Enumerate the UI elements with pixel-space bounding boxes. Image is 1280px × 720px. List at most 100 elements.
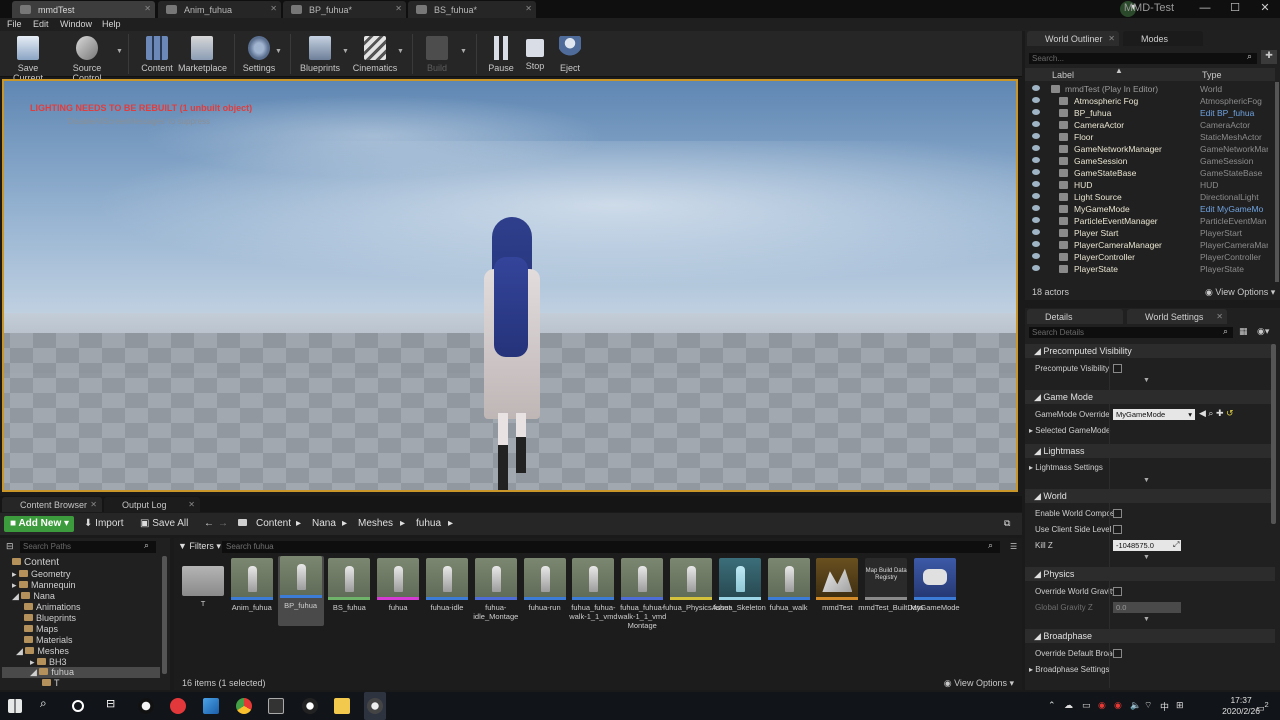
breadcrumb-separator[interactable]: ▸ bbox=[448, 518, 453, 529]
eye-icon[interactable] bbox=[1032, 85, 1040, 91]
chevron-down-icon[interactable]: ▼ bbox=[116, 48, 123, 55]
tree-item-geometry[interactable]: ▸ Geometry bbox=[12, 569, 71, 580]
section-lightmass[interactable]: ◢ Lightmass bbox=[1025, 444, 1275, 458]
cloud-icon[interactable]: ☁ bbox=[1064, 700, 1073, 711]
asset-tile[interactable]: mmdTest bbox=[814, 558, 860, 622]
unreal-engine-icon[interactable] bbox=[302, 698, 318, 714]
back-arrow-icon[interactable]: ← bbox=[204, 518, 214, 529]
tab-anim-fuhua[interactable]: Anim_fuhua ✕ bbox=[158, 1, 281, 18]
use-selected-icon[interactable]: ◀ ⌕ ✚ ↺ bbox=[1199, 408, 1234, 419]
asset-tile[interactable]: fuhua_fuhua-walk-1_1_vmd Montage bbox=[618, 558, 666, 630]
search-icon[interactable]: ⌕ bbox=[144, 540, 149, 551]
ime-indicator[interactable]: 中 bbox=[1160, 700, 1169, 713]
label-lightmass-settings[interactable]: ▸ Lightmass Settings bbox=[1029, 463, 1103, 472]
volume-icon[interactable]: 🔈 bbox=[1130, 700, 1141, 711]
breadcrumb-separator[interactable]: ▸ bbox=[296, 518, 301, 529]
tab-mmdtest[interactable]: mmdTest ✕ bbox=[12, 1, 155, 18]
file-explorer-icon[interactable] bbox=[334, 698, 350, 714]
task-view-icon[interactable]: ⊟ bbox=[106, 697, 122, 713]
tab-output-log[interactable]: Output Log ✕ bbox=[104, 497, 200, 512]
section-world[interactable]: ◢ World bbox=[1025, 489, 1275, 503]
close-icon[interactable]: ✕ bbox=[144, 4, 151, 13]
eye-icon[interactable] bbox=[1032, 193, 1040, 199]
outliner-row[interactable]: Floor StaticMeshActor bbox=[1025, 131, 1275, 143]
app-blue-icon[interactable] bbox=[203, 698, 219, 714]
source-control-button[interactable]: Source Control bbox=[58, 34, 116, 83]
asset-tile[interactable]: fuhua_Skeleton bbox=[714, 558, 766, 622]
eye-icon[interactable] bbox=[1032, 169, 1040, 175]
asset-tile[interactable]: Map Build Data Registry mmdTest_BuiltData bbox=[858, 558, 923, 622]
outliner-row[interactable]: PlayerState PlayerState bbox=[1025, 263, 1275, 275]
eye-icon[interactable] bbox=[1032, 253, 1040, 259]
asset-tile[interactable]: fuhua_walk bbox=[766, 558, 812, 622]
outliner-row[interactable]: GameSession GameSession bbox=[1025, 155, 1275, 167]
asset-tile[interactable]: BS_fuhua bbox=[326, 558, 372, 622]
grid-view-icon[interactable]: ▦ bbox=[1239, 326, 1248, 337]
asset-tile[interactable]: fuhua_PhysicsAsset bbox=[663, 558, 731, 622]
eye-icon[interactable] bbox=[1032, 109, 1040, 115]
breadcrumb-content[interactable]: Content bbox=[256, 518, 291, 529]
global-gravity-z-input[interactable]: 0.0 bbox=[1113, 602, 1181, 613]
menu-edit[interactable]: Edit bbox=[33, 19, 49, 29]
network-icon[interactable]: ▭ bbox=[1082, 700, 1091, 711]
chevron-down-icon[interactable]: ▼ bbox=[342, 48, 349, 55]
search-icon[interactable]: ⌕ bbox=[1223, 326, 1228, 337]
tree-item-animations[interactable]: Animations bbox=[24, 602, 81, 612]
expand-advanced-icon[interactable]: ▼ bbox=[1143, 477, 1150, 484]
tab-content-browser[interactable]: Content Browser ✕ bbox=[2, 497, 102, 512]
close-icon[interactable]: ✕ bbox=[395, 4, 402, 13]
tree-scrollbar[interactable] bbox=[162, 556, 167, 674]
breadcrumb-meshes[interactable]: Meshes bbox=[358, 518, 393, 529]
asset-search-input[interactable]: Search fuhua bbox=[222, 541, 1000, 553]
import-button[interactable]: ⬇ Import bbox=[84, 518, 124, 529]
search-icon[interactable]: ⌕ bbox=[988, 540, 993, 551]
eye-icon[interactable] bbox=[1032, 205, 1040, 211]
chrome-icon[interactable] bbox=[236, 698, 252, 714]
save-all-button[interactable]: ▣ Save All bbox=[140, 518, 188, 529]
section-broadphase[interactable]: ◢ Broadphase bbox=[1025, 629, 1275, 643]
tree-item-t[interactable]: T bbox=[42, 678, 60, 688]
app-tray-icon[interactable]: ◉ bbox=[1114, 700, 1122, 711]
eye-icon[interactable] bbox=[1032, 121, 1040, 127]
folder-tree-icon[interactable]: ⊟ bbox=[6, 541, 14, 552]
menu-file[interactable]: File bbox=[7, 19, 22, 29]
outliner-row[interactable]: PlayerController PlayerController bbox=[1025, 251, 1275, 263]
system-clock[interactable]: 17:37 2020/2/26 bbox=[1222, 695, 1260, 717]
filters-button[interactable]: ▼ Filters ▾ bbox=[178, 541, 221, 552]
menu-help[interactable]: Help bbox=[102, 19, 121, 29]
epic-games-icon[interactable] bbox=[268, 698, 284, 714]
outliner-row[interactable]: GameStateBase GameStateBase bbox=[1025, 167, 1275, 179]
chevron-down-icon[interactable]: ▼ bbox=[275, 48, 282, 55]
outliner-search-input[interactable]: Search... bbox=[1029, 53, 1257, 64]
minimize-icon[interactable]: — bbox=[1190, 0, 1220, 18]
eye-icon[interactable] bbox=[1032, 241, 1040, 247]
blueprints-button[interactable]: Blueprints bbox=[298, 34, 342, 76]
section-physics[interactable]: ◢ Physics bbox=[1025, 567, 1275, 581]
forward-arrow-icon[interactable]: → bbox=[218, 518, 228, 529]
outliner-row[interactable]: BP_fuhua Edit BP_fuhua bbox=[1025, 107, 1275, 119]
cinematics-button[interactable]: Cinematics bbox=[352, 34, 398, 76]
notification-icon[interactable]: ▭2 bbox=[1256, 700, 1269, 714]
stop-button[interactable]: Stop bbox=[520, 34, 550, 76]
close-icon[interactable]: ✕ bbox=[90, 500, 97, 509]
breadcrumb-separator[interactable]: ▸ bbox=[400, 518, 405, 529]
outliner-row[interactable]: Player Start PlayerStart bbox=[1025, 227, 1275, 239]
windows-start-icon[interactable] bbox=[8, 699, 22, 713]
content-button[interactable]: Content bbox=[138, 34, 176, 76]
outliner-row[interactable]: Atmospheric Fog AtmosphericFog bbox=[1025, 95, 1275, 107]
expand-advanced-icon[interactable]: ▼ bbox=[1143, 377, 1150, 384]
asset-tile[interactable]: T bbox=[180, 558, 226, 622]
asset-tile[interactable]: fuhua-idle bbox=[424, 558, 470, 622]
precompute-visibility-checkbox[interactable] bbox=[1113, 364, 1122, 373]
view-list-icon[interactable]: ☰ bbox=[1010, 542, 1017, 551]
view-options-button[interactable]: ◉ View Options ▾ bbox=[944, 678, 1014, 689]
asset-tile[interactable]: fuhua-run bbox=[522, 558, 568, 622]
tab-world-outliner[interactable]: World Outliner ✕ bbox=[1027, 31, 1119, 46]
breadcrumb-nana[interactable]: Nana bbox=[312, 518, 336, 529]
breadcrumb-separator[interactable]: ▸ bbox=[342, 518, 347, 529]
expand-advanced-icon[interactable]: ▼ bbox=[1143, 554, 1150, 561]
qq-icon[interactable] bbox=[138, 698, 154, 714]
details-scrollbar[interactable] bbox=[1271, 344, 1276, 524]
tab-modes[interactable]: Modes bbox=[1123, 31, 1203, 46]
character-fuhua[interactable] bbox=[482, 217, 550, 490]
